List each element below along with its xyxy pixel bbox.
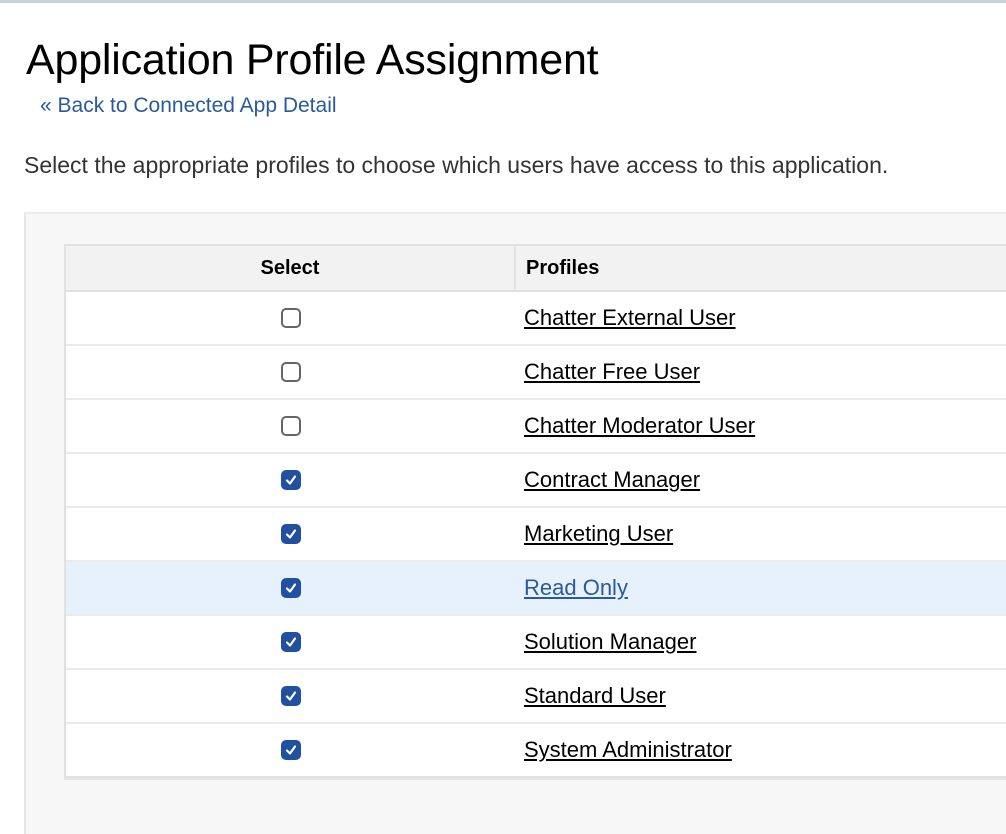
profile-checkbox[interactable] (281, 632, 301, 652)
select-cell (66, 454, 516, 506)
profile-link[interactable]: Chatter Free User (524, 359, 700, 385)
profile-checkbox[interactable] (281, 470, 301, 490)
checkmark-icon (285, 691, 297, 701)
table-row: Contract Manager (66, 454, 1006, 508)
profile-checkbox[interactable] (281, 524, 301, 544)
table-row: Chatter External User (66, 292, 1006, 346)
select-cell (66, 562, 516, 614)
profile-cell: Contract Manager (516, 454, 1006, 506)
table-row: System Administrator (66, 724, 1006, 776)
top-border (0, 0, 1006, 3)
select-cell (66, 616, 516, 668)
profile-cell: Solution Manager (516, 616, 1006, 668)
table-row: Chatter Free User (66, 346, 1006, 400)
profile-link[interactable]: Chatter External User (524, 305, 736, 331)
profile-checkbox[interactable] (281, 578, 301, 598)
profile-link[interactable]: Contract Manager (524, 467, 700, 493)
select-cell (66, 400, 516, 452)
profile-link[interactable]: Chatter Moderator User (524, 413, 755, 439)
profile-link[interactable]: Standard User (524, 683, 666, 709)
profile-cell: Marketing User (516, 508, 1006, 560)
select-cell (66, 670, 516, 722)
checkmark-icon (285, 475, 297, 485)
select-cell (66, 346, 516, 398)
table-row: Read Only (66, 562, 1006, 616)
profile-link[interactable]: Solution Manager (524, 629, 696, 655)
profile-checkbox[interactable] (281, 740, 301, 760)
profile-cell: System Administrator (516, 724, 1006, 776)
profile-checkbox[interactable] (281, 416, 301, 436)
page-title: Application Profile Assignment (26, 36, 599, 84)
table-row: Standard User (66, 670, 1006, 724)
profile-cell: Read Only (516, 562, 1006, 614)
profile-checkbox[interactable] (281, 308, 301, 328)
select-cell (66, 292, 516, 344)
profile-checkbox[interactable] (281, 362, 301, 382)
table-body: Chatter External User Chatter Free User Ch… (66, 292, 1006, 776)
profile-cell: Chatter Moderator User (516, 400, 1006, 452)
checkmark-icon (285, 745, 297, 755)
profile-cell: Chatter Free User (516, 346, 1006, 398)
profiles-table: Select Profiles Chatter External User Cha… (64, 244, 1006, 778)
page-description: Select the appropriate profiles to choos… (24, 152, 889, 178)
checkmark-icon (285, 583, 297, 593)
table-row: Marketing User (66, 508, 1006, 562)
select-cell (66, 724, 516, 776)
profile-cell: Chatter External User (516, 292, 1006, 344)
profile-link[interactable]: System Administrator (524, 737, 732, 763)
back-to-connected-app-link[interactable]: « Back to Connected App Detail (40, 94, 337, 118)
table-row: Solution Manager (66, 616, 1006, 670)
checkmark-icon (285, 529, 297, 539)
profile-checkbox[interactable] (281, 686, 301, 706)
select-cell (66, 508, 516, 560)
table-header: Select Profiles (66, 246, 1006, 292)
checkmark-icon (285, 637, 297, 647)
table-row: Chatter Moderator User (66, 400, 1006, 454)
profile-cell: Standard User (516, 670, 1006, 722)
column-header-select: Select (66, 246, 516, 290)
profile-link[interactable]: Marketing User (524, 521, 673, 547)
column-header-profiles: Profiles (526, 256, 600, 279)
profile-link[interactable]: Read Only (524, 575, 628, 601)
